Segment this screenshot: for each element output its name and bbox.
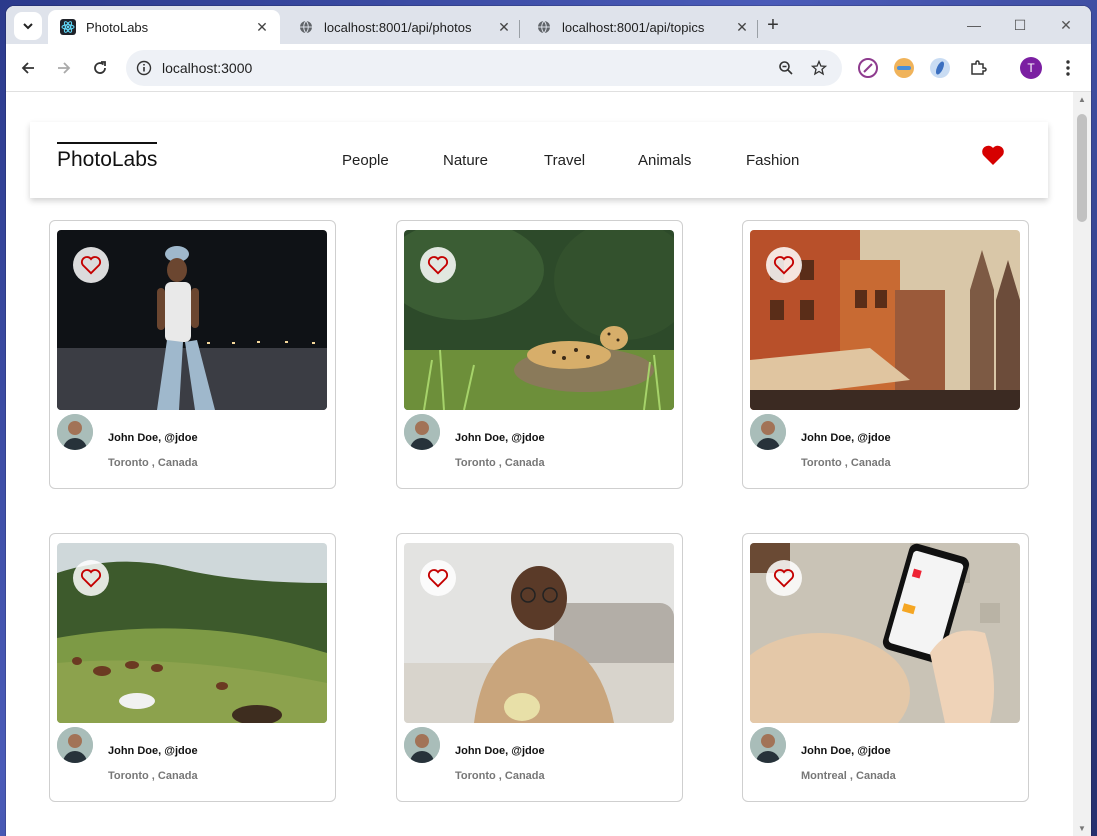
avatar [404, 414, 440, 450]
tab-separator [757, 20, 758, 38]
avatar [57, 727, 93, 763]
photo-card[interactable]: John Doe, @jdoe Toronto , Canada [742, 220, 1029, 489]
user-location: Toronto , Canada [455, 457, 545, 469]
topic-animals[interactable]: Animals [638, 152, 691, 169]
new-tab-button[interactable]: + [762, 15, 784, 37]
arrow-left-icon [21, 62, 34, 74]
chevron-down-icon [23, 23, 33, 30]
photo-image[interactable] [404, 543, 674, 723]
like-button[interactable] [73, 560, 109, 596]
user-name: John Doe, @jdoe [455, 745, 545, 757]
info-icon[interactable] [136, 60, 152, 76]
like-button[interactable] [766, 247, 802, 283]
url-text[interactable]: localhost:3000 [162, 60, 252, 76]
maximize-button[interactable]: ☐ [1008, 14, 1032, 36]
close-icon[interactable]: ✕ [496, 19, 512, 35]
zoom-icon[interactable] [778, 60, 794, 76]
profile-avatar[interactable]: T [1020, 57, 1042, 79]
photo-card[interactable]: John Doe, @jdoe Toronto , Canada [49, 533, 336, 802]
like-button[interactable] [766, 560, 802, 596]
user-name: John Doe, @jdoe [108, 432, 198, 444]
user-location: Montreal , Canada [801, 770, 896, 782]
photo-card[interactable]: John Doe, @jdoe Toronto , Canada [49, 220, 336, 489]
like-button[interactable] [73, 247, 109, 283]
topic-fashion[interactable]: Fashion [746, 152, 799, 169]
photo-card[interactable]: John Doe, @jdoe Toronto , Canada [396, 533, 683, 802]
scroll-down-arrow-icon[interactable]: ▼ [1078, 824, 1086, 833]
app-logo[interactable]: PhotoLabs [57, 142, 158, 172]
kebab-icon [1066, 60, 1070, 76]
topic-nature[interactable]: Nature [443, 152, 488, 169]
heart-outline-icon [773, 256, 795, 275]
page-viewport: PhotoLabs People Nature Travel Animals F… [6, 92, 1073, 836]
tab-strip: PhotoLabs ✕ localhost:8001/api/photos ✕ … [6, 6, 1091, 44]
extensions-button[interactable] [966, 56, 990, 80]
browser-window: PhotoLabs ✕ localhost:8001/api/photos ✕ … [6, 6, 1091, 836]
photo-card[interactable]: John Doe, @jdoe Toronto , Canada [396, 220, 683, 489]
tab-api-photos[interactable]: localhost:8001/api/photos ✕ [286, 10, 522, 44]
leaf-extension-icon[interactable] [930, 58, 950, 78]
user-location: Toronto , Canada [108, 457, 198, 469]
heart-outline-icon [80, 569, 102, 588]
window-close-button[interactable]: ✕ [1054, 14, 1078, 36]
favourites-heart-icon[interactable] [981, 144, 1005, 166]
photo-image[interactable] [404, 230, 674, 410]
topic-people[interactable]: People [342, 152, 389, 169]
reload-button[interactable] [88, 56, 112, 80]
avatar [57, 414, 93, 450]
avatar [404, 727, 440, 763]
avatar [750, 414, 786, 450]
tab-title: PhotoLabs [86, 19, 149, 35]
heart-outline-icon [773, 569, 795, 588]
user-name: John Doe, @jdoe [801, 432, 891, 444]
tab-photolabs[interactable]: PhotoLabs ✕ [48, 10, 280, 44]
vertical-scrollbar[interactable]: ▲ ▼ [1073, 92, 1091, 836]
top-nav: PhotoLabs People Nature Travel Animals F… [30, 122, 1048, 198]
puzzle-icon [971, 60, 987, 75]
back-button[interactable] [16, 56, 40, 80]
tab-api-topics[interactable]: localhost:8001/api/topics ✕ [524, 10, 760, 44]
user-location: Toronto , Canada [455, 770, 545, 782]
avatar [750, 727, 786, 763]
react-icon [60, 19, 76, 35]
heart-outline-icon [427, 256, 449, 275]
browser-toolbar: localhost:3000 T [6, 44, 1091, 92]
user-location: Toronto , Canada [801, 457, 891, 469]
user-name: John Doe, @jdoe [455, 432, 545, 444]
photo-image[interactable] [57, 230, 327, 410]
user-location: Toronto , Canada [108, 770, 198, 782]
close-icon[interactable]: ✕ [254, 19, 270, 35]
photo-card[interactable]: John Doe, @jdoe Montreal , Canada [742, 533, 1029, 802]
tab-separator [519, 20, 520, 38]
tab-title: localhost:8001/api/topics [562, 19, 705, 35]
like-button[interactable] [420, 560, 456, 596]
user-name: John Doe, @jdoe [801, 745, 891, 757]
photo-image[interactable] [750, 543, 1020, 723]
globe-icon [298, 19, 314, 35]
face-extension-icon[interactable] [894, 58, 914, 78]
minimize-button[interactable]: — [962, 14, 986, 36]
scroll-up-arrow-icon[interactable]: ▲ [1078, 95, 1086, 104]
tab-title: localhost:8001/api/photos [324, 19, 472, 35]
forward-button[interactable] [52, 56, 76, 80]
photo-image[interactable] [57, 543, 327, 723]
scrollbar-thumb[interactable] [1077, 114, 1087, 222]
heart-outline-icon [427, 569, 449, 588]
arrow-right-icon [58, 62, 71, 74]
address-bar[interactable]: localhost:3000 [126, 50, 842, 86]
photo-image[interactable] [750, 230, 1020, 410]
tab-search-button[interactable] [14, 12, 42, 40]
reload-icon [94, 61, 106, 74]
user-name: John Doe, @jdoe [108, 745, 198, 757]
topic-travel[interactable]: Travel [544, 152, 585, 169]
star-icon[interactable] [811, 60, 827, 76]
menu-button[interactable] [1056, 56, 1080, 80]
globe-icon [536, 19, 552, 35]
block-extension-icon[interactable] [858, 58, 878, 78]
like-button[interactable] [420, 247, 456, 283]
heart-outline-icon [80, 256, 102, 275]
close-icon[interactable]: ✕ [734, 19, 750, 35]
